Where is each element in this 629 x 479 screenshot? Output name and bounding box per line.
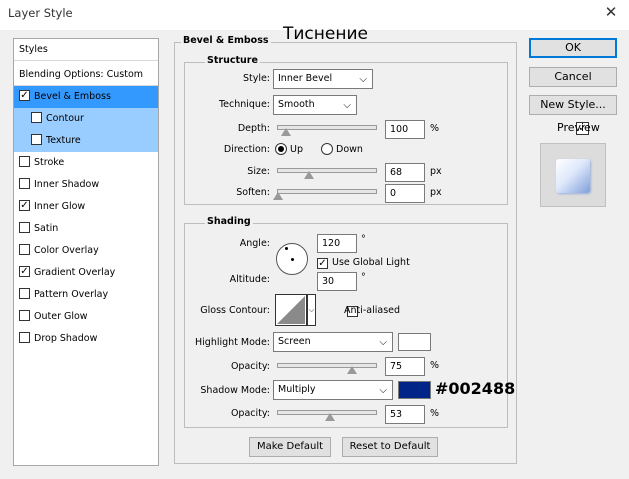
style-item-gradient-overlay[interactable]: ✓ Gradient Overlay [14,262,158,284]
altitude-unit: ° [361,272,366,283]
gloss-contour-label: Gloss Contour: [200,305,270,316]
highlight-mode-label: Highlight Mode: [195,337,270,348]
outer-glow-checkbox[interactable] [19,310,30,321]
size-label: Size: [247,166,270,177]
styles-panel: Styles Blending Options: Custom ✓ Bevel &… [13,38,159,466]
chevron-down-icon: ⌵ [343,100,351,111]
shadow-color-annotation: #002488 [435,379,516,398]
preview-label: Preview [557,121,600,134]
highlight-opacity-thumb[interactable] [347,366,357,374]
stroke-checkbox[interactable] [19,156,30,167]
soften-unit: px [430,187,442,198]
style-select[interactable]: Inner Bevel ⌵ [273,69,373,89]
inner-shadow-checkbox[interactable] [19,178,30,189]
gloss-contour-preview[interactable] [275,294,307,326]
chevron-down-icon: ⌵ [379,337,387,348]
bevel-emboss-checkbox[interactable]: ✓ [19,90,30,101]
gloss-contour-dropdown[interactable]: ⌵ [307,294,316,326]
chevron-down-icon: ⌵ [359,74,367,85]
altitude-input[interactable]: 30 [317,272,357,291]
contour-checkbox[interactable] [31,112,42,123]
reset-default-button[interactable]: Reset to Default [342,437,438,457]
ok-button[interactable]: OK [529,38,617,58]
cancel-button[interactable]: Cancel [529,67,617,87]
highlight-opacity-unit: % [430,360,440,371]
style-item-bevel-emboss[interactable]: ✓ Bevel & Emboss [14,86,158,108]
styles-header[interactable]: Styles [14,39,158,61]
size-input[interactable]: 68 [385,163,425,182]
direction-down-radio[interactable] [321,143,333,155]
style-item-inner-glow[interactable]: ✓ Inner Glow [14,196,158,218]
style-item-satin[interactable]: Satin [14,218,158,240]
angle-unit: ° [361,234,366,245]
structure-label: Structure [205,55,260,66]
depth-label: Depth: [237,123,270,134]
pattern-overlay-checkbox[interactable] [19,288,30,299]
size-slider[interactable] [277,168,377,173]
altitude-label: Altitude: [229,274,270,285]
shadow-mode-label: Shadow Mode: [200,385,270,396]
drop-shadow-checkbox[interactable] [19,332,30,343]
depth-slider-thumb[interactable] [281,128,291,136]
window-title: Layer Style [8,6,73,20]
shadow-opacity-thumb[interactable] [325,413,335,421]
preview-thumbnail [540,143,606,207]
technique-select[interactable]: Smooth ⌵ [273,95,357,115]
soften-input[interactable]: 0 [385,184,425,203]
style-item-stroke[interactable]: Stroke [14,152,158,174]
annotation-title: Тиснение [283,24,368,44]
style-item-pattern-overlay[interactable]: Pattern Overlay [14,284,158,306]
style-item-outer-glow[interactable]: Outer Glow [14,306,158,328]
highlight-opacity-label: Opacity: [230,361,270,372]
make-default-button[interactable]: Make Default [249,437,331,457]
blending-options[interactable]: Blending Options: Custom [14,64,158,86]
depth-slider[interactable] [277,125,377,130]
depth-input[interactable]: 100 [385,120,425,139]
style-item-texture[interactable]: Texture [14,130,158,152]
gradient-overlay-checkbox[interactable]: ✓ [19,266,30,277]
global-light-checkbox[interactable]: ✓ [317,258,328,269]
depth-unit: % [430,123,440,134]
size-slider-thumb[interactable] [304,171,314,179]
preview-swatch [556,159,590,193]
style-item-contour[interactable]: Contour [14,108,158,130]
contour-curve-icon [277,296,305,324]
texture-checkbox[interactable] [31,134,42,145]
highlight-color-swatch[interactable] [398,333,431,351]
shadow-opacity-input[interactable]: 53 [385,405,425,424]
direction-label: Direction: [223,144,270,155]
satin-checkbox[interactable] [19,222,30,233]
shading-label: Shading [205,216,253,227]
anti-aliased-label: Anti-aliased [344,305,401,316]
bevel-emboss-label: Bevel & Emboss [181,35,271,46]
angle-dial[interactable] [276,243,308,275]
highlight-opacity-slider[interactable] [277,363,377,368]
close-icon[interactable]: ✕ [600,3,622,23]
style-item-drop-shadow[interactable]: Drop Shadow [14,328,158,350]
size-unit: px [430,166,442,177]
shadow-opacity-unit: % [430,408,440,419]
soften-slider-thumb[interactable] [273,192,283,200]
new-style-button[interactable]: New Style... [529,95,617,115]
soften-label: Soften: [236,187,270,198]
direction-up-radio[interactable] [275,143,287,155]
shadow-opacity-label: Opacity: [230,408,270,419]
shadow-color-swatch[interactable] [398,381,431,399]
angle-label: Angle: [239,238,270,249]
inner-glow-checkbox[interactable]: ✓ [19,200,30,211]
style-item-inner-shadow[interactable]: Inner Shadow [14,174,158,196]
angle-input[interactable]: 120 [317,234,357,253]
highlight-mode-select[interactable]: Screen ⌵ [273,332,393,352]
soften-slider[interactable] [277,189,377,194]
chevron-down-icon: ⌵ [379,385,387,396]
direction-down-label: Down [336,144,363,155]
style-item-color-overlay[interactable]: Color Overlay [14,240,158,262]
direction-up-label: Up [290,144,303,155]
style-label: Style: [242,73,270,84]
global-light-label: Use Global Light [332,257,410,268]
technique-label: Technique: [218,99,270,110]
shadow-mode-select[interactable]: Multiply ⌵ [273,380,393,400]
highlight-opacity-input[interactable]: 75 [385,357,425,376]
color-overlay-checkbox[interactable] [19,244,30,255]
